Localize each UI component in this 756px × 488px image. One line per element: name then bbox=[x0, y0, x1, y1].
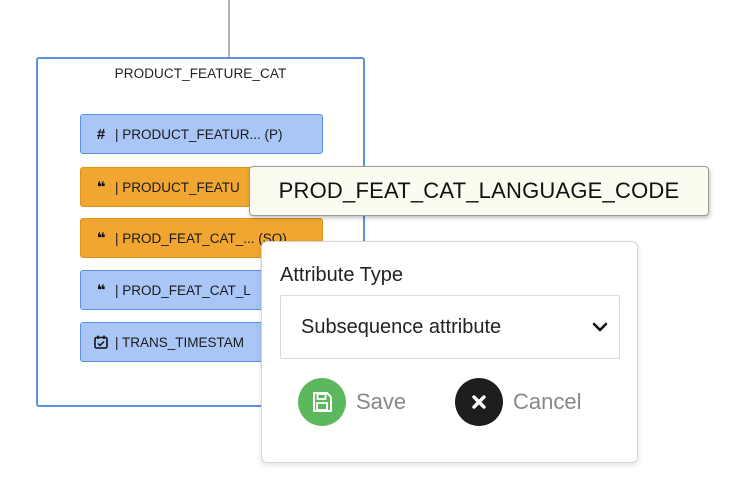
attribute-label: | PRODUCT_FEATUR... (P) bbox=[115, 126, 283, 142]
hash-icon: # bbox=[96, 125, 106, 143]
attribute-type-selected-value: Subsequence attribute bbox=[301, 315, 502, 338]
quote-icon: ❝ bbox=[96, 179, 106, 196]
attribute-row-1[interactable]: # | PRODUCT_FEATUR... (P) bbox=[80, 114, 323, 154]
save-button-label: Save bbox=[356, 389, 407, 414]
chevron-down-icon bbox=[592, 322, 608, 332]
relationship-connector-line bbox=[228, 0, 230, 58]
save-button[interactable]: Save bbox=[298, 377, 406, 427]
attribute-label: | PRODUCT_FEATU bbox=[115, 179, 240, 195]
cancel-button-label: Cancel bbox=[513, 389, 582, 414]
quote-icon: ❝ bbox=[96, 282, 106, 299]
floppy-disk-icon bbox=[298, 378, 346, 426]
attribute-type-popup: Attribute Type Subsequence attribute Sav… bbox=[261, 241, 638, 463]
calendar-icon bbox=[93, 335, 109, 349]
close-icon bbox=[455, 378, 503, 426]
quote-icon: ❝ bbox=[96, 230, 106, 247]
cancel-button[interactable]: Cancel bbox=[455, 377, 581, 427]
attribute-name-tooltip: PROD_FEAT_CAT_LANGUAGE_CODE bbox=[249, 166, 709, 216]
attribute-type-label: Attribute Type bbox=[280, 264, 404, 286]
attribute-type-select[interactable]: Subsequence attribute bbox=[280, 295, 620, 359]
entity-title: PRODUCT_FEATURE_CAT bbox=[114, 66, 287, 81]
attribute-label: | PROD_FEAT_CAT_L bbox=[115, 282, 251, 298]
attribute-label: | TRANS_TIMESTAM bbox=[115, 334, 245, 350]
